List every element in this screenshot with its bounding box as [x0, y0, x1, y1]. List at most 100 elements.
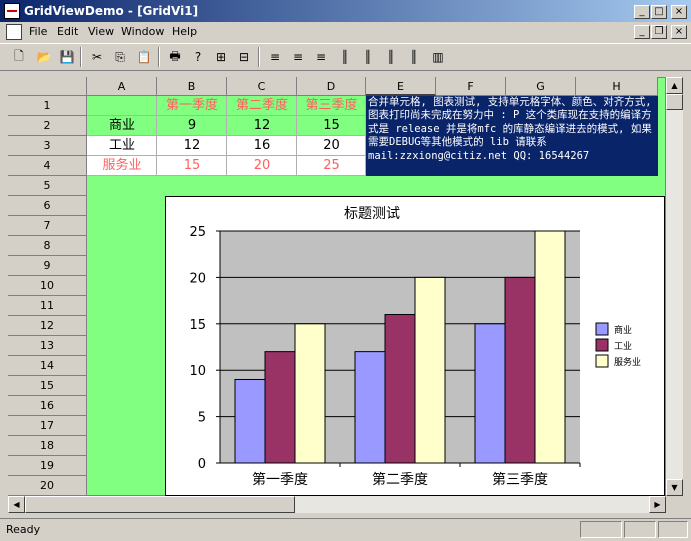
menu-file[interactable]: File [29, 25, 47, 38]
bar [504, 276, 536, 464]
save-button[interactable]: 💾 [56, 47, 78, 67]
minimize-button[interactable]: _ [634, 5, 650, 19]
row-header-2[interactable]: 2 [8, 116, 87, 136]
x-tick-label: 第三季度 [492, 471, 548, 488]
vertical-scrollbar[interactable] [666, 77, 683, 496]
row-header-18[interactable]: 18 [8, 436, 87, 456]
y-tick-label: 25 [189, 225, 206, 240]
cut-button[interactable]: ✂ [86, 47, 108, 67]
column-header-h[interactable]: H [576, 77, 658, 96]
merged-cell[interactable]: 合并单元格, 图表测试, 支持单元格字体、颜色、对齐方式, 图表打印尚未完成在努… [366, 96, 658, 176]
copy-button[interactable]: ⎘ [109, 47, 131, 67]
row-header-20[interactable]: 20 [8, 476, 87, 496]
doc-restore-button[interactable]: ❐ [651, 25, 667, 39]
open-button[interactable]: 📂 [33, 47, 55, 67]
cell-text-d4: 25 [323, 158, 340, 173]
row-header-11[interactable]: 11 [8, 296, 87, 316]
paste-icon: 📋 [136, 50, 152, 64]
bar-chart: 0 5 10 15 20 25 第一季度 第二季度 第三季度 标题测试商业工业服务业 [189, 206, 641, 488]
paste-button[interactable]: 📋 [133, 47, 155, 67]
row-header-13[interactable]: 13 [8, 336, 87, 356]
row-header-6[interactable]: 6 [8, 196, 87, 216]
merge-cells-icon: ⊞ [215, 50, 227, 64]
row-header-10[interactable]: 10 [8, 276, 87, 296]
barcode4-icon: ║ [410, 50, 418, 64]
doc-close-button[interactable]: × [671, 25, 687, 39]
row-header-12[interactable]: 12 [8, 316, 87, 336]
row-header-16[interactable]: 16 [8, 396, 87, 416]
new-icon: 🗋 [14, 48, 24, 63]
bar [414, 276, 446, 464]
bar [474, 323, 506, 464]
row-header-3[interactable]: 3 [8, 136, 87, 156]
legend-swatch [595, 338, 609, 352]
cut-icon: ✂ [91, 50, 103, 64]
row-header-19[interactable]: 19 [8, 456, 87, 476]
scroll-up-button[interactable]: ▲ [666, 77, 683, 94]
barcode3-button[interactable]: ║ [380, 47, 402, 67]
document-icon[interactable] [6, 24, 22, 40]
barcode1-button[interactable]: ║ [334, 47, 356, 67]
cell-text-a4: 服务业 [102, 158, 142, 173]
row-header-17[interactable]: 17 [8, 416, 87, 436]
scroll-left-button[interactable]: ◀ [8, 496, 25, 513]
open-icon: 📂 [36, 50, 52, 64]
app-icon[interactable] [4, 3, 20, 19]
bar [384, 314, 416, 464]
split-cells-icon: ⊟ [238, 50, 250, 64]
window-title: GridViewDemo - [GridVi1] [24, 4, 199, 18]
chart-panel: 0 5 10 15 20 25 第一季度 第二季度 第三季度 标题测试 商业 工业 服务业 [165, 196, 665, 496]
cell-text-b3: 12 [183, 138, 201, 153]
y-tick-label: 20 [189, 271, 206, 286]
menu-edit[interactable]: Edit [57, 25, 78, 38]
new-button[interactable]: 🗋 [8, 47, 30, 67]
cell-a1[interactable] [87, 96, 157, 116]
scroll-right-button[interactable]: ▶ [649, 496, 666, 513]
align-right-icon: ≡ [315, 50, 327, 64]
barcode1-icon: ║ [341, 50, 349, 64]
x-tick-label: 第二季度 [372, 471, 428, 488]
row-header-1[interactable]: 1 [8, 96, 87, 116]
cell-text-c1: 第二季度 [235, 98, 288, 113]
menu-help[interactable]: Help [172, 25, 197, 38]
barcode2-icon: ║ [364, 50, 372, 64]
align-center-button[interactable]: ≡ [287, 47, 309, 67]
row-header-4[interactable]: 4 [8, 156, 87, 176]
column-header-f[interactable]: F [436, 77, 506, 96]
vertical-scroll-thumb[interactable] [666, 94, 683, 110]
column-header-e[interactable]: E [366, 77, 436, 96]
column-header-b[interactable]: B [157, 77, 227, 96]
row-header-14[interactable]: 14 [8, 356, 87, 376]
legend-swatch [595, 354, 609, 368]
print-icon: 🖶 [169, 48, 181, 63]
print-button[interactable]: 🖶 [164, 47, 186, 67]
cell-text-b2: 9 [187, 118, 197, 133]
cell-text-a2: 商业 [108, 118, 135, 133]
align-left-button[interactable]: ≡ [264, 47, 286, 67]
barcode4-button[interactable]: ║ [403, 47, 425, 67]
close-button[interactable]: × [671, 5, 687, 19]
help-button[interactable]: ? [187, 47, 209, 67]
bar-chart-button[interactable]: ▥ [427, 47, 449, 67]
row-header-7[interactable]: 7 [8, 216, 87, 236]
status-indicator-3 [658, 521, 688, 538]
maximize-button[interactable]: □ [651, 5, 667, 19]
scroll-down-button[interactable]: ▼ [666, 479, 683, 496]
align-right-button[interactable]: ≡ [310, 47, 332, 67]
column-header-c[interactable]: C [227, 77, 297, 96]
row-header-5[interactable]: 5 [8, 176, 87, 196]
split-cells-button[interactable]: ⊟ [233, 47, 255, 67]
menu-view[interactable]: View [88, 25, 114, 38]
horizontal-scroll-thumb[interactable] [25, 496, 295, 513]
row-header-8[interactable]: 8 [8, 236, 87, 256]
column-header-d[interactable]: D [297, 77, 366, 96]
merge-cells-button[interactable]: ⊞ [210, 47, 232, 67]
column-header-a[interactable]: A [87, 77, 157, 96]
grid-corner[interactable] [8, 77, 87, 96]
menu-window[interactable]: Window [121, 25, 164, 38]
doc-minimize-button[interactable]: _ [634, 25, 650, 39]
barcode2-button[interactable]: ║ [357, 47, 379, 67]
row-header-9[interactable]: 9 [8, 256, 87, 276]
row-header-15[interactable]: 15 [8, 376, 87, 396]
column-header-g[interactable]: G [506, 77, 576, 96]
